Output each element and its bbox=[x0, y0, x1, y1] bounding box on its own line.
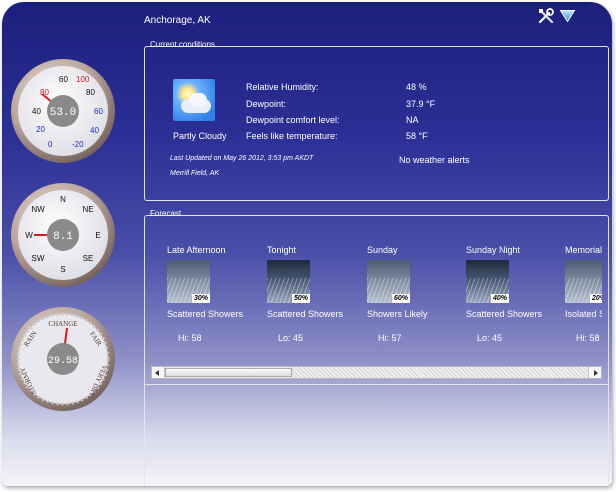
dewpoint-value: 37.9 °F bbox=[406, 99, 436, 109]
temp-tick: 80 bbox=[86, 88, 95, 97]
scroll-right-button[interactable] bbox=[588, 367, 601, 378]
forecast-day[interactable]: Sunday Night 40% Scattered Showers Lo: 4… bbox=[450, 238, 546, 368]
humidity-label: Relative Humidity: bbox=[246, 82, 319, 92]
forecast-strip: Late Afternoon 30% Scattered Showers Hi:… bbox=[151, 238, 602, 378]
partly-cloudy-icon bbox=[173, 79, 215, 121]
forecast-desc: Isolated Showers bbox=[565, 309, 602, 319]
wind-direction-n: N bbox=[60, 195, 66, 204]
forecast-temp: Lo: 45 bbox=[477, 333, 503, 343]
wind-value: 8.1 bbox=[53, 231, 73, 243]
wind-direction-w: W bbox=[25, 231, 33, 240]
tools-icon[interactable] bbox=[538, 8, 554, 24]
forecast-panel: Forecast Late Afternoon 30% Scattered Sh… bbox=[144, 209, 609, 486]
dewpoint-label: Dewpoint: bbox=[246, 99, 287, 109]
divider bbox=[145, 384, 608, 385]
scroll-left-button[interactable] bbox=[152, 367, 165, 378]
temp-tick: 40 bbox=[32, 107, 41, 116]
dewpoint-comfort-value: NA bbox=[406, 115, 419, 125]
condition-label: Partly Cloudy bbox=[173, 131, 227, 141]
precip-chance: 30% bbox=[191, 294, 210, 303]
station-name: Merrill Field, AK bbox=[170, 170, 220, 177]
temperature-gauge: 60 100 40 80 80 60 20 40 0 -20 53.0 bbox=[11, 59, 115, 163]
weather-widget: Anchorage, AK 60 100 40 80 80 60 20 40 0… bbox=[2, 2, 612, 486]
arrow-right-icon bbox=[594, 370, 598, 376]
forecast-desc: Scattered Showers bbox=[466, 309, 543, 319]
showers-icon: 20% bbox=[565, 260, 602, 303]
current-conditions-panel: Current conditions Partly Cloudy Relativ… bbox=[144, 40, 609, 201]
precip-chance: 40% bbox=[490, 294, 509, 303]
showers-icon: 30% bbox=[167, 260, 210, 303]
forecast-desc: Scattered Showers bbox=[267, 309, 344, 319]
temp-tick: 40 bbox=[90, 126, 99, 135]
forecast-temp: Hi: 58 bbox=[576, 333, 600, 343]
scrollbar-thumb[interactable] bbox=[165, 368, 292, 377]
forecast-day[interactable]: Tonight 50% Scattered Showers Lo: 45 bbox=[251, 238, 347, 368]
showers-icon: 40% bbox=[466, 260, 509, 303]
wind-direction-nw: NW bbox=[31, 205, 45, 214]
forecast-scrollbar[interactable] bbox=[151, 366, 602, 379]
forecast-day-name: Sunday Night bbox=[466, 245, 521, 255]
temp-tick: 20 bbox=[36, 125, 45, 134]
wind-direction-e: E bbox=[95, 231, 100, 240]
precip-chance: 60% bbox=[391, 294, 410, 303]
location-label: Anchorage, AK bbox=[144, 15, 211, 26]
feels-like-label: Feels like temperature: bbox=[246, 131, 338, 141]
wind-gauge: N NE E SE S SW W NW 8.1 bbox=[11, 183, 115, 287]
current-conditions-title: Current conditions bbox=[150, 40, 215, 49]
forecast-temp: Lo: 45 bbox=[278, 333, 304, 343]
temp-tick: -20 bbox=[72, 140, 84, 149]
pressure-value: 29.58 bbox=[48, 356, 78, 367]
forecast-day[interactable]: Sunday 60% Showers Likely Hi: 57 bbox=[351, 238, 447, 368]
dewpoint-comfort-label: Dewpoint comfort level: bbox=[246, 115, 340, 125]
scrollbar-track[interactable] bbox=[292, 367, 589, 378]
pressure-gauge: CHANGE FAIR VERY DRY STORMY RAIN 29.58 bbox=[11, 307, 115, 411]
forecast-day-name: Memorial Day bbox=[565, 245, 602, 255]
temperature-value: 53.0 bbox=[50, 107, 76, 119]
arrow-left-icon bbox=[155, 370, 159, 376]
forecast-desc: Scattered Showers bbox=[167, 309, 244, 319]
forecast-temp: Hi: 58 bbox=[178, 333, 202, 343]
wind-direction-se: SE bbox=[83, 254, 94, 263]
temp-tick: 60 bbox=[94, 107, 103, 116]
forecast-day-name: Late Afternoon bbox=[167, 245, 226, 255]
humidity-value: 48 % bbox=[406, 82, 427, 92]
forecast-day-name: Sunday bbox=[367, 245, 398, 255]
forecast-day-name: Tonight bbox=[267, 245, 297, 255]
precip-chance: 50% bbox=[291, 294, 310, 303]
wind-direction-s: S bbox=[60, 265, 65, 274]
temp-tick: 0 bbox=[48, 140, 53, 149]
forecast-day[interactable]: Late Afternoon 30% Scattered Showers Hi:… bbox=[151, 238, 247, 368]
showers-icon: 50% bbox=[267, 260, 310, 303]
forecast-temp: Hi: 57 bbox=[378, 333, 402, 343]
feels-like-value: 58 °F bbox=[406, 131, 428, 141]
wind-direction-sw: SW bbox=[32, 254, 45, 263]
temp-tick: 60 bbox=[59, 75, 68, 84]
pressure-label-change: CHANGE bbox=[48, 320, 77, 328]
forecast-day[interactable]: Memorial Day 20% Isolated Showers Hi: 58 bbox=[549, 238, 602, 368]
precip-chance: 20% bbox=[589, 294, 602, 303]
forecast-desc: Showers Likely bbox=[367, 309, 428, 319]
weather-alerts[interactable]: No weather alerts bbox=[399, 155, 470, 165]
temp-tick: 100 bbox=[76, 75, 90, 84]
dropdown-triangle-icon[interactable] bbox=[560, 10, 575, 22]
forecast-title: Forecast bbox=[150, 209, 182, 218]
wind-direction-ne: NE bbox=[82, 205, 93, 214]
showers-icon: 60% bbox=[367, 260, 410, 303]
last-updated: Last Updated on May 26 2012, 3:53 pm AKD… bbox=[170, 155, 314, 162]
